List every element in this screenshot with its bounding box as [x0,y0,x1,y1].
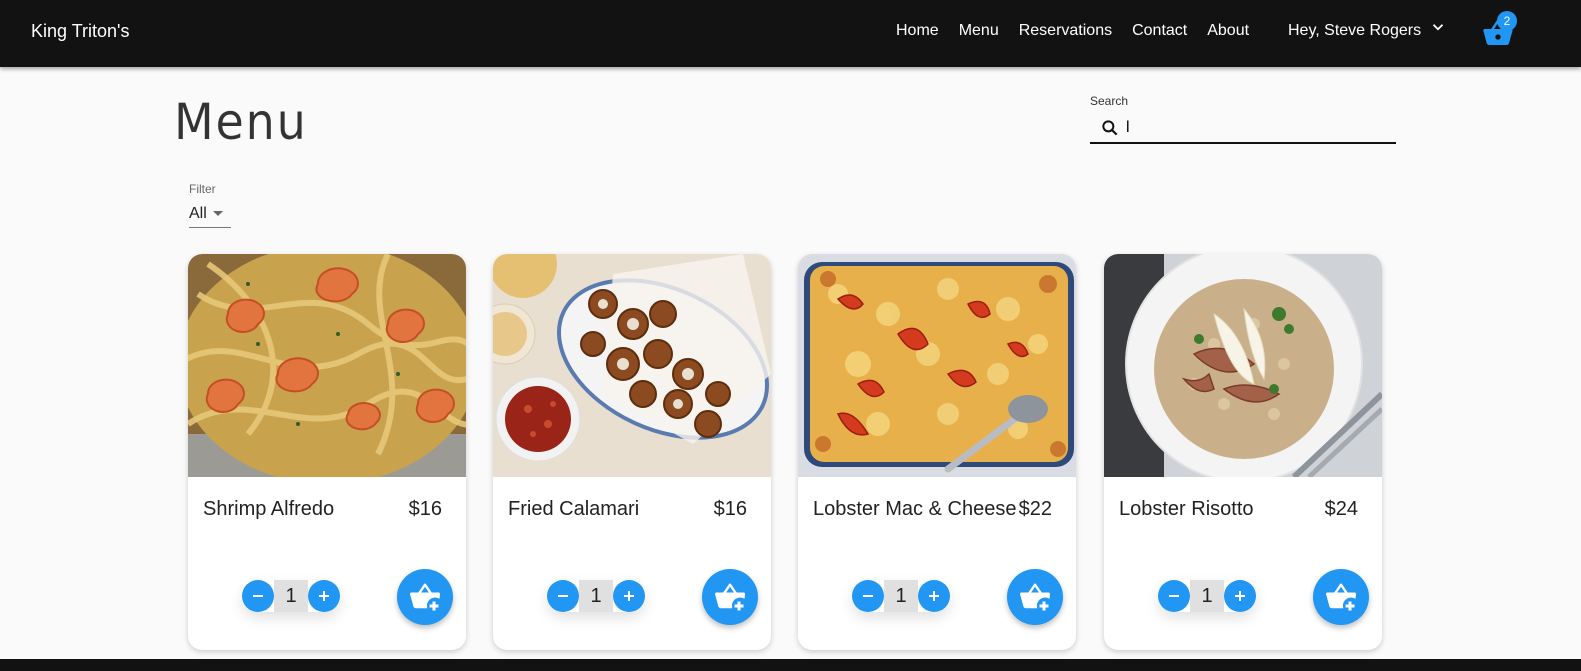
search-icon [1102,120,1118,136]
item-name: Lobster Mac & Cheese [813,498,1017,520]
plus-icon [624,591,634,601]
menu-card: Shrimp Alfredo $16 1 [188,254,466,650]
add-to-cart-button[interactable] [1007,569,1063,625]
decrease-quantity-button[interactable] [852,580,884,612]
search-input-wrapper [1090,114,1396,144]
decrease-quantity-button[interactable] [547,580,579,612]
menu-card: Lobster Mac & Cheese $22 1 [798,254,1076,650]
brand-logo[interactable]: King Triton's [31,21,129,42]
quantity-stepper: 1 [1158,580,1256,612]
filter-dropdown[interactable]: All [189,200,231,228]
minus-icon [863,595,873,597]
increase-quantity-button[interactable] [1224,580,1256,612]
main-nav: Home Menu Reservations Contact About [896,22,1249,40]
cart-count-badge: 2 [1497,11,1517,31]
filter-select: Filter All [189,182,231,228]
quantity-value[interactable]: 1 [579,580,613,612]
user-greeting: Hey, Steve Rogers [1288,22,1422,39]
nav-home[interactable]: Home [896,22,939,40]
increase-quantity-button[interactable] [918,580,950,612]
filter-value: All [189,204,207,222]
search-label: Search [1090,94,1129,108]
add-to-basket-icon [1326,583,1356,611]
minus-icon [253,595,263,597]
add-to-basket-icon [410,583,440,611]
nav-about[interactable]: About [1207,22,1249,40]
quantity-stepper: 1 [242,580,340,612]
item-price: $22 [1018,498,1052,520]
dish-image-shrimp-alfredo [188,254,466,477]
nav-reservations[interactable]: Reservations [1019,22,1112,40]
plus-icon [929,591,939,601]
plus-icon [319,591,329,601]
filter-label: Filter [189,182,216,196]
menu-card: Lobster Risotto $24 1 [1104,254,1382,650]
add-to-cart-button[interactable] [702,569,758,625]
minus-icon [1169,595,1179,597]
nav-contact[interactable]: Contact [1132,22,1187,40]
dish-image-lobster-mac-and-cheese [798,254,1076,477]
search-input[interactable] [1126,119,1386,137]
chevron-down-icon [1432,24,1444,31]
item-price: $16 [713,498,747,520]
quantity-value[interactable]: 1 [1190,580,1224,612]
quantity-stepper: 1 [547,580,645,612]
user-menu[interactable]: Hey, Steve Rogers [1288,22,1447,40]
search-field: Search [1090,94,1396,144]
footer-bar [0,659,1581,671]
add-to-cart-button[interactable] [397,569,453,625]
add-to-basket-icon [1020,583,1050,611]
caret-down-icon [212,211,223,216]
item-name: Shrimp Alfredo [203,498,335,520]
nav-menu[interactable]: Menu [959,22,999,40]
add-to-basket-icon [715,583,745,611]
item-name: Fried Calamari [508,498,640,520]
top-app-bar: King Triton's Home Menu Reservations Con… [0,0,1581,67]
dish-image-fried-calamari [493,254,771,477]
item-name: Lobster Risotto [1119,498,1254,520]
add-to-cart-button[interactable] [1313,569,1369,625]
decrease-quantity-button[interactable] [242,580,274,612]
page-title: Menu [174,93,308,151]
increase-quantity-button[interactable] [613,580,645,612]
item-price: $16 [408,498,442,520]
increase-quantity-button[interactable] [308,580,340,612]
item-price: $24 [1324,498,1358,520]
quantity-stepper: 1 [852,580,950,612]
quantity-value[interactable]: 1 [884,580,918,612]
menu-card: Fried Calamari $16 1 [493,254,771,650]
decrease-quantity-button[interactable] [1158,580,1190,612]
minus-icon [558,595,568,597]
plus-icon [1235,591,1245,601]
dish-image-lobster-risotto [1104,254,1382,477]
quantity-value[interactable]: 1 [274,580,308,612]
